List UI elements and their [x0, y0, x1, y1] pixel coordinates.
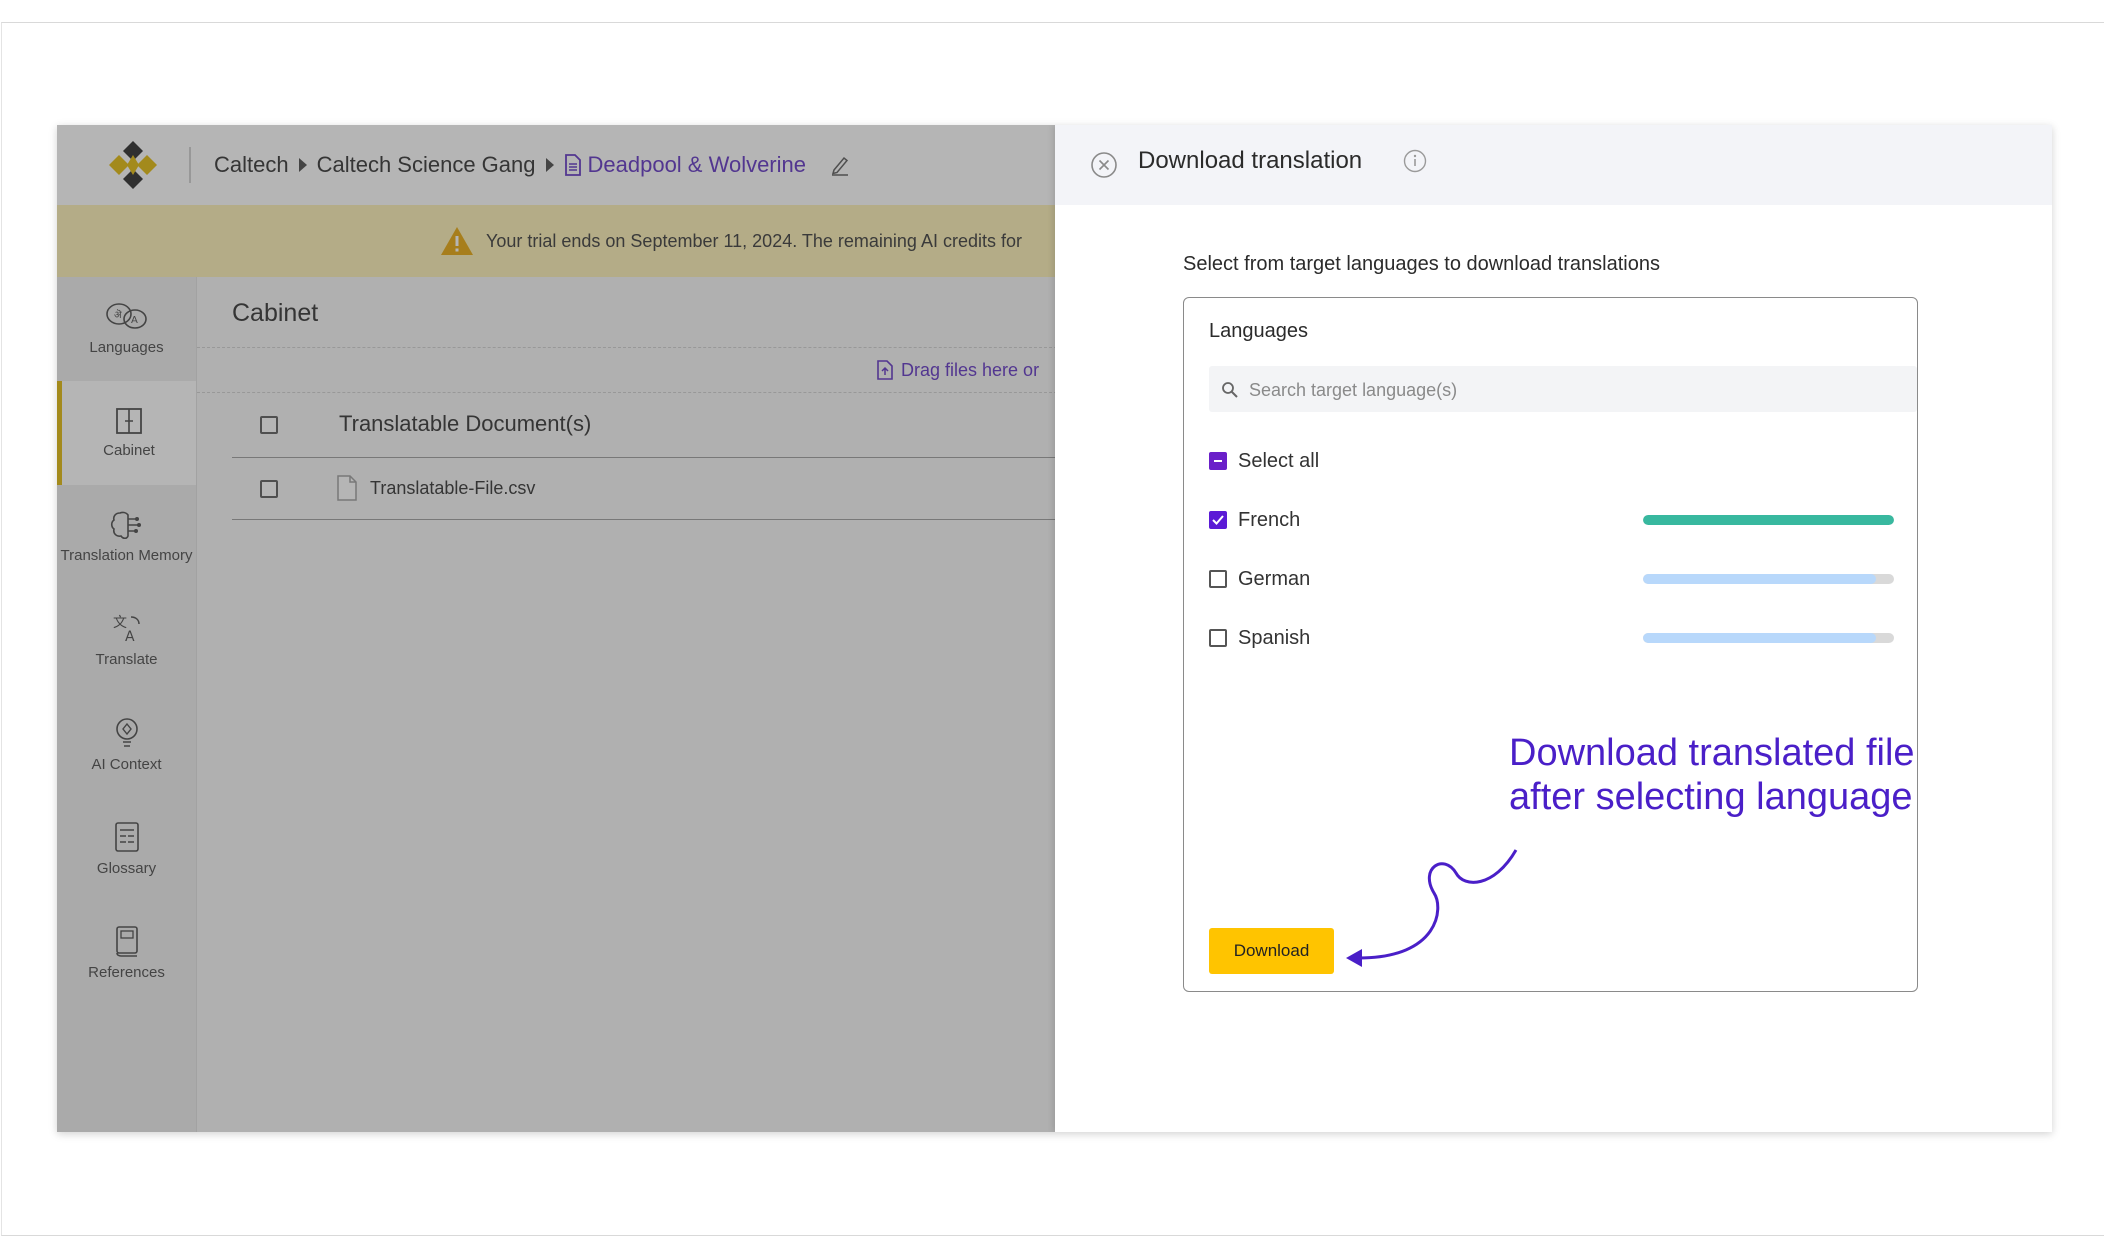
breadcrumb-document[interactable]: Deadpool & Wolverine	[564, 152, 807, 178]
file-icon	[337, 475, 357, 501]
sidebar-item-label: Languages	[89, 339, 164, 356]
spanish-checkbox[interactable]	[1209, 629, 1227, 647]
glossary-icon	[114, 822, 139, 852]
book-icon	[115, 926, 138, 957]
progress-bar	[1643, 574, 1894, 584]
bulb-icon	[115, 718, 138, 747]
trial-text: Your trial ends on September 11, 2024. T…	[486, 230, 1022, 251]
download-translation-panel: Download translation Select from target …	[1055, 125, 2052, 1132]
progress-fill	[1643, 633, 1877, 643]
checkmark-icon	[1212, 515, 1224, 525]
breadcrumb-document-label: Deadpool & Wolverine	[587, 152, 807, 177]
progress-bar	[1643, 515, 1894, 525]
sidebar-item-label: Glossary	[96, 860, 157, 877]
document-icon	[564, 154, 581, 176]
sidebar-item-translation-memory[interactable]: Translation Memory	[57, 485, 196, 589]
language-row-french[interactable]: French	[1209, 505, 1894, 535]
select-all-label: Select all	[1238, 449, 1320, 472]
annotation-line-2: after selecting language	[1509, 776, 1913, 818]
breadcrumb-org[interactable]: Caltech	[214, 152, 289, 178]
svg-text:A: A	[125, 629, 135, 645]
pencil-icon[interactable]	[830, 154, 850, 176]
search-icon	[1222, 382, 1238, 398]
sidebar-item-label: References	[88, 964, 165, 981]
translate-icon: 文 A	[113, 615, 140, 645]
annotation-arrow-icon	[1346, 849, 1518, 967]
sidebar-item-label: Translate	[95, 651, 158, 668]
languages-title: Languages	[1209, 320, 1308, 342]
german-checkbox[interactable]	[1209, 570, 1227, 588]
sidebar-item-references[interactable]: References	[57, 901, 196, 1005]
app-window: Caltech Caltech Science Gang Deadpool & …	[57, 125, 2052, 1132]
sidebar-item-cabinet[interactable]: Cabinet	[57, 381, 196, 485]
table-header: Translatable Document(s)	[232, 391, 1057, 458]
brain-icon	[110, 511, 141, 540]
breadcrumb-team[interactable]: Caltech Science Gang	[317, 152, 536, 178]
search-input[interactable]	[1247, 366, 1891, 414]
svg-text:A: A	[131, 315, 138, 326]
sidebar-item-label: Translation Memory	[60, 547, 193, 564]
select-all-row[interactable]: Select all	[1209, 446, 1894, 476]
language-row-spanish[interactable]: Spanish	[1209, 623, 1894, 653]
info-icon[interactable]	[1403, 149, 1427, 173]
panel-header: Download translation	[1055, 125, 2052, 205]
sidebar-item-ai-context[interactable]: AI Context	[57, 693, 196, 797]
sidebar-item-languages[interactable]: ऄ A Languages	[57, 277, 196, 381]
file-name[interactable]: Translatable-File.csv	[370, 457, 535, 519]
language-search	[1209, 366, 1917, 414]
french-checkbox[interactable]	[1209, 511, 1227, 529]
divider	[189, 147, 191, 183]
sidebar-item-label: AI Context	[91, 756, 162, 773]
column-header-documents: Translatable Document(s)	[339, 411, 592, 436]
cabinet-icon	[116, 408, 142, 434]
languages-icon: ऄ A	[105, 303, 147, 329]
top-bar: Caltech Caltech Science Gang Deadpool & …	[57, 125, 1057, 206]
languages-box: Languages Select all French	[1183, 297, 1918, 992]
svg-text:ऄ: ऄ	[114, 309, 122, 321]
progress-bar	[1643, 633, 1894, 643]
upload-file-icon	[877, 360, 893, 380]
select-all-documents-checkbox[interactable]	[260, 416, 278, 434]
progress-fill	[1643, 574, 1877, 584]
cabinet-content: Cabinet Drag files here or Translatable …	[197, 277, 1057, 1132]
chevron-right-icon	[545, 158, 554, 172]
table-row[interactable]: Translatable-File.csv	[232, 457, 1057, 520]
dropzone-text: Drag files here or	[901, 359, 1040, 380]
page-title: Cabinet	[232, 299, 319, 327]
chevron-right-icon	[298, 158, 307, 172]
annotation-text: Download translated file after selecting…	[1509, 731, 1915, 819]
sidebar-item-label: Cabinet	[103, 442, 155, 459]
language-row-german[interactable]: German	[1209, 564, 1894, 594]
trial-banner: Your trial ends on September 11, 2024. T…	[57, 205, 1057, 277]
language-name: German	[1238, 567, 1311, 590]
select-all-checkbox[interactable]	[1209, 452, 1227, 470]
app-logo[interactable]	[105, 137, 161, 193]
close-icon[interactable]	[1089, 150, 1119, 180]
panel-title: Download translation	[1138, 147, 1363, 174]
sidebar-item-translate[interactable]: 文 A Translate	[57, 589, 196, 693]
warning-icon	[441, 227, 473, 255]
annotation-line-1: Download translated file	[1509, 732, 1915, 774]
sidebar-item-glossary[interactable]: Glossary	[57, 797, 196, 901]
progress-fill	[1643, 515, 1894, 525]
row-checkbox[interactable]	[260, 480, 278, 498]
instruction-text: Select from target languages to download…	[1183, 253, 1660, 275]
language-name: French	[1238, 508, 1301, 531]
download-button[interactable]: Download	[1209, 928, 1334, 974]
breadcrumb: Caltech Caltech Science Gang Deadpool & …	[214, 125, 850, 205]
file-dropzone[interactable]: Drag files here or	[197, 347, 1057, 393]
language-name: Spanish	[1238, 626, 1311, 649]
sidebar: ऄ A Languages Cabinet Translation Memory…	[57, 277, 197, 1132]
